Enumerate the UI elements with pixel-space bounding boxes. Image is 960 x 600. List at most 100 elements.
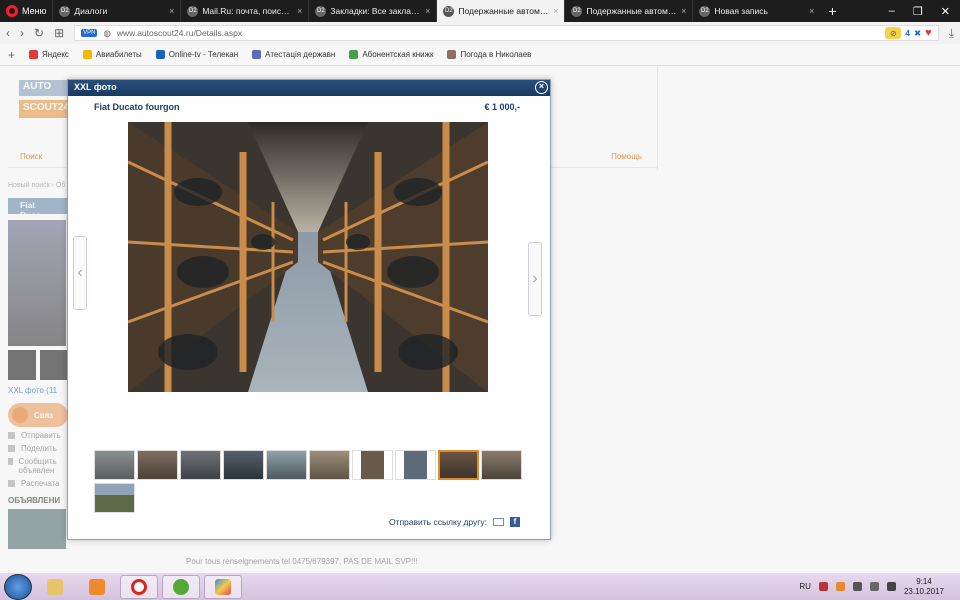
tab-3-active[interactable]: D2 Подержанные автомоби ×	[436, 0, 565, 22]
close-icon[interactable]: ×	[169, 6, 174, 16]
window-controls: – ❐ ✕	[889, 5, 960, 18]
bookmarks-bar: + Яндекс Авиабилеты Online-tv - Телекан …	[0, 44, 960, 66]
heart-icon[interactable]: ♥	[925, 27, 932, 39]
close-icon[interactable]: ×	[297, 6, 302, 16]
thumbnail[interactable]	[180, 450, 221, 480]
taskbar-explorer[interactable]	[36, 575, 74, 599]
thumbnail[interactable]	[94, 450, 135, 480]
weather-icon	[447, 50, 457, 59]
download-icon[interactable]: ⤓	[949, 26, 954, 41]
thumbnail[interactable]	[481, 450, 522, 480]
thumbnail[interactable]	[309, 450, 350, 480]
close-window-icon[interactable]: ✕	[941, 5, 950, 18]
tab-4[interactable]: D2 Подержанные автомоби ×	[564, 0, 692, 22]
bookmark-item[interactable]: Погода в Николаев	[447, 50, 531, 59]
start-button[interactable]	[4, 573, 32, 600]
bookmark-item[interactable]: Авиабилеты	[82, 50, 142, 59]
forward-icon[interactable]: ›	[20, 26, 24, 40]
bookmark-label: Атестація державн	[265, 50, 336, 59]
bookmark-item[interactable]: Атестація державн	[252, 50, 335, 59]
close-icon[interactable]: ×	[425, 6, 430, 16]
minimize-icon[interactable]: –	[889, 5, 895, 18]
thumbnail[interactable]	[395, 450, 436, 480]
utorrent-icon	[173, 578, 189, 595]
vpn-badge[interactable]: VPN	[81, 29, 98, 37]
bookmark-item[interactable]: Online-tv - Телекан	[155, 50, 239, 59]
warehouse-photo	[128, 122, 488, 392]
badge-count: 4	[905, 28, 911, 38]
speed-dial-icon[interactable]: ⊞	[54, 26, 64, 40]
opera-icon	[6, 5, 18, 17]
media-player-icon	[89, 578, 105, 595]
taskbar-opera[interactable]	[120, 574, 158, 599]
close-icon[interactable]: ×	[681, 6, 686, 16]
emblem-icon	[252, 50, 262, 59]
new-tab-button[interactable]: +	[820, 3, 844, 19]
share-label: Отправить ссылку другу:	[388, 517, 487, 527]
tab-0[interactable]: D2 Диалоги ×	[52, 0, 180, 22]
reload-icon[interactable]: ↻	[34, 26, 44, 40]
tab-2[interactable]: D2 Закладки: Все закладки ×	[308, 0, 436, 22]
thumbnail[interactable]	[94, 483, 135, 513]
thumbnail[interactable]	[266, 450, 307, 480]
drive2-icon: D2	[315, 5, 327, 17]
bookmark-check-icon[interactable]: ✖	[914, 28, 921, 39]
app-tray-icon[interactable]	[835, 582, 845, 591]
thumbnail-strip	[94, 450, 524, 513]
address-bar: ‹ › ↻ ⊞ VPN ◍ www.autoscout24.ru/Details…	[0, 22, 960, 44]
bookmark-label: Яндекс	[42, 50, 69, 59]
adblock-icon[interactable]: ⊘	[885, 27, 902, 39]
car-price: € 1 000,-	[484, 102, 520, 112]
prev-photo-button[interactable]: ‹	[73, 236, 87, 310]
paint-icon	[215, 578, 231, 595]
thumbnail[interactable]	[352, 450, 393, 480]
taskbar-media-player[interactable]	[78, 575, 116, 599]
tab-1[interactable]: D2 Mail.Ru: почта, поиск в и ×	[180, 0, 308, 22]
close-icon[interactable]: ×	[553, 6, 558, 16]
mail-icon[interactable]	[493, 518, 504, 526]
add-bookmark-icon[interactable]: +	[8, 48, 15, 62]
windows-taskbar: RU 9:14 23.10.2017	[0, 573, 960, 600]
tab-title: Закладки: Все закладки	[330, 6, 422, 16]
thumbnail[interactable]	[137, 450, 178, 480]
bookmark-label: Авиабилеты	[95, 50, 142, 59]
tab-5[interactable]: D2 Новая запись ×	[692, 0, 820, 22]
url-path: /Details.aspx	[193, 28, 243, 38]
thumbnail-active[interactable]	[438, 450, 479, 480]
url-host: www.autoscout24.ru	[116, 28, 194, 38]
url-field[interactable]: VPN ◍ www.autoscout24.ru/Details.aspx ⊘ …	[74, 25, 939, 41]
network-icon[interactable]	[869, 582, 879, 591]
close-icon[interactable]: ×	[809, 6, 814, 16]
modal-header: XXL фото ×	[68, 80, 550, 96]
bookmark-item[interactable]: Яндекс	[29, 50, 69, 59]
tab-title: Новая запись	[714, 6, 768, 16]
taskbar-utorrent[interactable]	[162, 574, 200, 599]
tv-icon	[155, 50, 165, 59]
browser-tab-bar: Меню D2 Диалоги × D2 Mail.Ru: почта, поиск …	[0, 0, 960, 22]
taskbar-paint[interactable]	[204, 574, 242, 599]
thumbnail[interactable]	[223, 450, 264, 480]
next-photo-button[interactable]: ›	[528, 242, 542, 316]
tab-title: Подержанные автомоби	[586, 6, 678, 16]
clock-time: 9:14	[916, 576, 932, 586]
drive2-icon: D2	[187, 5, 199, 17]
car-title: Fiat Ducato fourgon	[94, 102, 180, 112]
opera-icon	[131, 578, 147, 595]
url-text: www.autoscout24.ru/Details.aspx	[117, 28, 242, 38]
bookmark-label: Online-tv - Телекан	[168, 50, 239, 59]
facebook-icon[interactable]: f	[510, 517, 520, 527]
folder-icon	[47, 578, 63, 595]
bookmark-item[interactable]: Абонентская книжк	[349, 50, 433, 59]
main-photo	[128, 122, 488, 392]
close-icon[interactable]: ×	[535, 81, 548, 94]
clock[interactable]: 9:14 23.10.2017	[904, 577, 944, 597]
network-warning-icon[interactable]	[818, 582, 828, 591]
language-indicator[interactable]: RU	[799, 582, 811, 591]
flag-icon[interactable]	[852, 582, 862, 591]
menu-label: Меню	[22, 6, 47, 16]
bookmark-label: Погода в Николаев	[460, 50, 532, 59]
maximize-icon[interactable]: ❐	[913, 5, 923, 18]
back-icon[interactable]: ‹	[6, 26, 10, 40]
opera-menu-button[interactable]: Меню	[0, 0, 52, 22]
volume-icon[interactable]	[886, 582, 896, 591]
